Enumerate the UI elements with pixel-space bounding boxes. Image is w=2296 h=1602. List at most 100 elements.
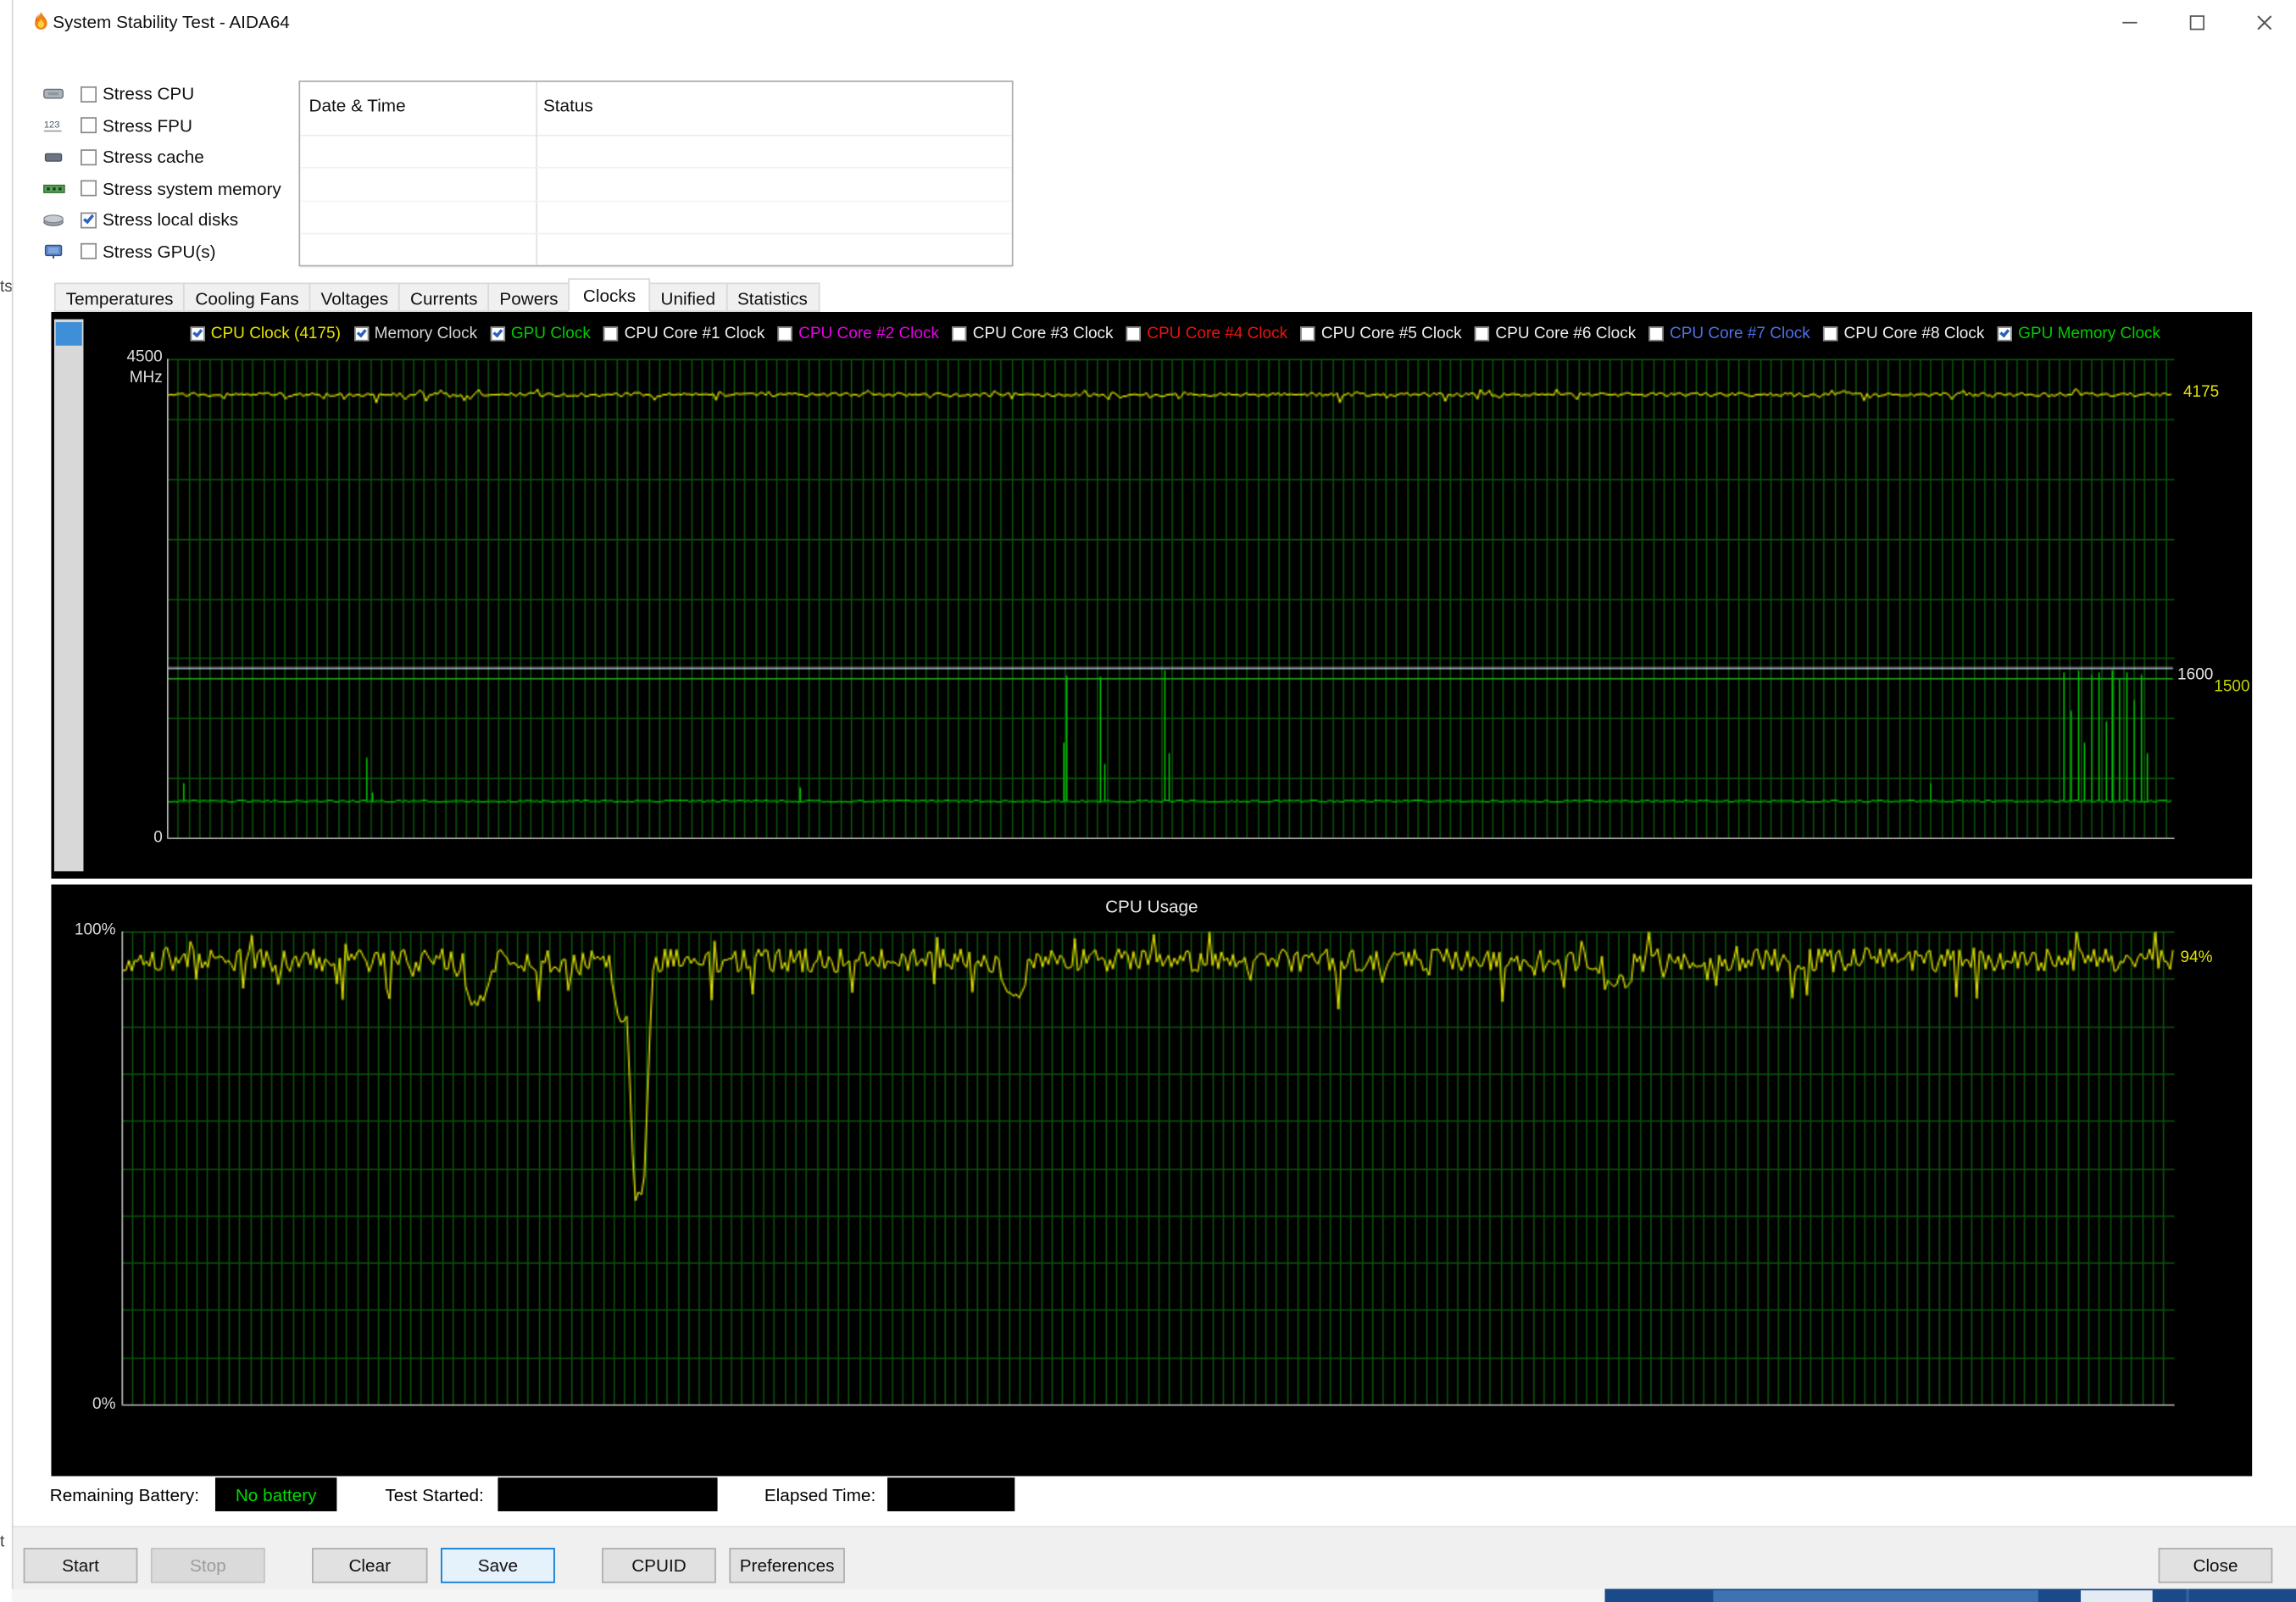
elapsed-time-label: Elapsed Time: [764, 1484, 876, 1506]
stress-cpu-checkbox[interactable] [81, 86, 97, 103]
sensor-tabs: Temperatures Cooling Fans Voltages Curre… [53, 278, 820, 312]
log-column-date-time: Date & Time [309, 95, 406, 116]
battery-status-box: No battery [214, 1477, 337, 1511]
window-title: System Stability Test - AIDA64 [53, 11, 290, 33]
minimize-button[interactable] [2095, 0, 2162, 44]
preferences-button[interactable]: Preferences [729, 1548, 845, 1583]
cpu-usage-title: CPU Usage [1105, 896, 1198, 917]
y-axis-max-label: 4500 [126, 348, 163, 366]
close-dialog-button[interactable]: Close [2158, 1548, 2273, 1583]
legend-checkbox[interactable] [1648, 326, 1665, 342]
cpuid-button[interactable]: CPUID [602, 1548, 716, 1583]
stress-fpu-checkbox[interactable] [81, 117, 97, 134]
usage-y-max-label: 100% [74, 921, 116, 939]
legend-item-gpu-memory-clock[interactable]: GPU Memory Clock [1997, 325, 2160, 342]
tab-clocks[interactable]: Clocks [568, 278, 651, 312]
legend-checkbox[interactable] [1475, 326, 1490, 342]
background-window-sliver: ts t [0, 0, 12, 1602]
legend-checkbox[interactable] [777, 326, 793, 342]
clocks-chart-canvas [166, 359, 2175, 839]
disk-icon [42, 211, 72, 229]
background-text-fragment: ts [0, 278, 12, 296]
stress-system-memory-checkbox[interactable] [81, 180, 97, 197]
chart-vertical-slider-thumb[interactable] [55, 322, 82, 346]
legend-item-cpu-core-8[interactable]: CPU Core #8 Clock [1823, 325, 1984, 342]
log-empty-row [300, 170, 1012, 202]
log-column-status: Status [542, 95, 593, 116]
tab-statistics[interactable]: Statistics [725, 282, 820, 312]
legend-item-memory-clock[interactable]: Memory Clock [353, 325, 477, 342]
legend-item-cpu-core-6[interactable]: CPU Core #6 Clock [1475, 325, 1636, 342]
remaining-battery-label: Remaining Battery: [49, 1484, 200, 1506]
legend-checkbox[interactable] [353, 326, 369, 342]
stress-row-gpu: Stress GPU(s) [42, 241, 281, 261]
titlebar[interactable]: System Stability Test - AIDA64 [13, 0, 2296, 44]
cpu-usage-value-label: 94% [2180, 948, 2213, 967]
stress-row-cpu: Stress CPU [42, 83, 281, 104]
legend-checkbox[interactable] [603, 326, 619, 342]
legend-item-cpu-core-7[interactable]: CPU Core #7 Clock [1648, 325, 1810, 342]
cpu-usage-chart-panel: CPU Usage 100% 0% 94% [51, 884, 2253, 1477]
usage-y-min-label: 0% [92, 1395, 116, 1414]
bottom-edge-strip [11, 1588, 2296, 1602]
taskbar-button-fragment [2081, 1590, 2153, 1602]
legend-checkbox[interactable] [952, 326, 967, 342]
legend-checkbox[interactable] [1997, 326, 2013, 342]
clear-button[interactable]: Clear [311, 1548, 428, 1583]
svg-text:123: 123 [44, 119, 60, 129]
legend-item-cpu-clock[interactable]: CPU Clock (4175) [190, 325, 341, 342]
legend-item-cpu-core-3[interactable]: CPU Core #3 Clock [952, 325, 1114, 342]
test-started-label: Test Started: [385, 1484, 484, 1506]
gpu-memory-clock-value-label: 1500 [2214, 677, 2250, 696]
stress-local-disks-checkbox[interactable] [81, 211, 97, 228]
tab-cooling-fans[interactable]: Cooling Fans [183, 282, 311, 312]
close-button[interactable] [2230, 0, 2296, 44]
stress-row-fpu: 123 Stress FPU [42, 114, 192, 136]
chart-vertical-slider[interactable] [53, 319, 84, 871]
clocks-legend: CPU Clock (4175) Memory Clock GPU Clock … [190, 324, 2243, 344]
legend-item-cpu-core-5[interactable]: CPU Core #5 Clock [1300, 325, 1462, 342]
button-bar: Start Stop Clear Save CPUID Preferences … [13, 1526, 2296, 1589]
maximize-button[interactable] [2163, 0, 2230, 44]
legend-checkbox[interactable] [490, 326, 505, 342]
legend-checkbox[interactable] [190, 326, 205, 342]
start-button[interactable]: Start [23, 1548, 138, 1583]
taskbar-progress-fragment [1713, 1590, 2038, 1602]
legend-item-cpu-core-1[interactable]: CPU Core #1 Clock [603, 325, 764, 342]
tab-unified[interactable]: Unified [648, 282, 727, 312]
taskbar-fragment [1604, 1588, 2296, 1602]
stress-cache-checkbox[interactable] [81, 148, 97, 165]
app-flame-icon [30, 10, 53, 34]
save-button[interactable]: Save [441, 1548, 555, 1583]
y-axis-unit-label: MHz [129, 369, 163, 387]
battery-status-value: No battery [235, 1484, 317, 1505]
stress-row-cache: Stress cache [42, 147, 281, 167]
gpu-icon [42, 242, 72, 260]
stress-gpu-checkbox[interactable] [81, 242, 97, 259]
tab-voltages[interactable]: Voltages [309, 282, 400, 312]
screen: ts t System Stability Test - AIDA64 Stre… [0, 0, 2296, 1602]
legend-checkbox[interactable] [1823, 326, 1838, 342]
memory-icon [42, 180, 72, 197]
log-table-header: Date & Time Status [300, 82, 1012, 136]
legend-checkbox[interactable] [1300, 326, 1315, 342]
legend-item-gpu-clock[interactable]: GPU Clock [490, 325, 591, 342]
tab-currents[interactable]: Currents [398, 282, 490, 312]
memory-clock-value-label: 1600 [2177, 666, 2214, 684]
elapsed-time-box [887, 1477, 1015, 1511]
cpu-usage-chart-canvas [121, 931, 2175, 1406]
stress-options-group: Stress CPU 123 Stress FPU Stress cache S… [42, 83, 281, 261]
tab-temperatures[interactable]: Temperatures [53, 282, 186, 312]
background-text-fragment: t [0, 1532, 5, 1551]
aida64-stability-test-window: System Stability Test - AIDA64 Stress CP… [11, 0, 2296, 1589]
legend-item-cpu-core-4[interactable]: CPU Core #4 Clock [1126, 325, 1287, 342]
tab-powers[interactable]: Powers [487, 282, 570, 312]
test-log-table[interactable]: Date & Time Status [298, 81, 1014, 268]
stress-row-local-disks: Stress local disks [42, 209, 281, 230]
legend-checkbox[interactable] [1126, 326, 1142, 342]
fpu-icon: 123 [42, 116, 72, 134]
y-axis-min-label: 0 [153, 828, 163, 847]
stress-row-memory: Stress system memory [42, 178, 281, 198]
log-empty-row [300, 136, 1012, 169]
legend-item-cpu-core-2[interactable]: CPU Core #2 Clock [777, 325, 939, 342]
